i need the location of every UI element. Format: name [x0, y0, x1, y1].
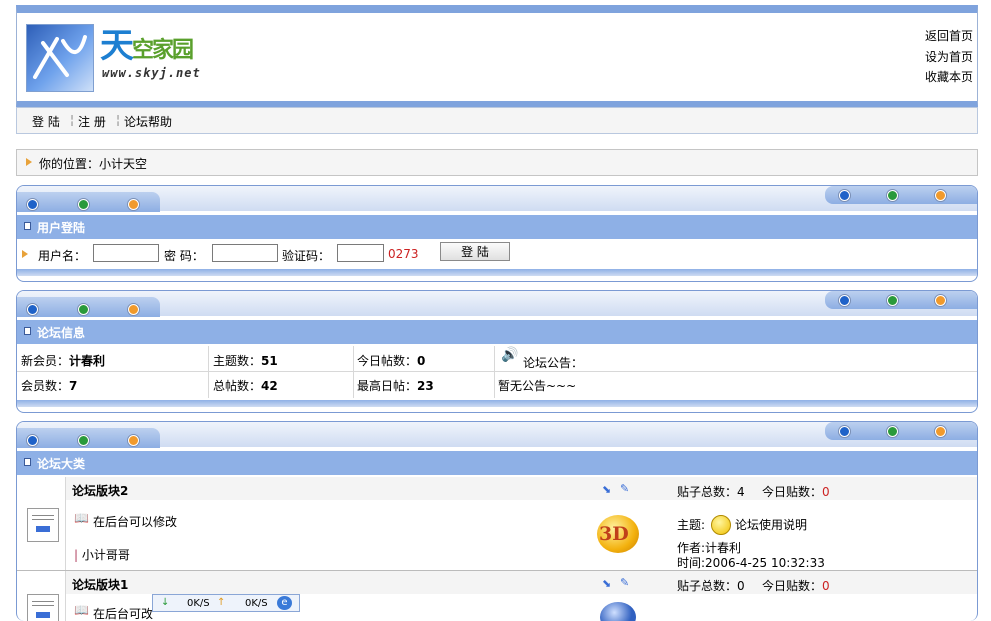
today-value: 0: [822, 579, 830, 593]
post-icon[interactable]: ✎: [620, 576, 629, 589]
captcha-label: 验证码：: [282, 249, 331, 263]
login-title: 用户登陆: [37, 221, 86, 235]
breadcrumb-text: 你的位置：小计天空: [39, 157, 148, 171]
forum-status-icon: [27, 508, 59, 542]
link-set-homepage[interactable]: 设为首页: [925, 48, 973, 65]
new-member-label: 新会员：: [21, 354, 70, 368]
chart-icon[interactable]: ⬊: [602, 483, 611, 496]
posts-value: 4: [737, 485, 745, 499]
today-value: 0: [822, 485, 830, 499]
book-icon: 📖: [74, 511, 89, 525]
doc-icon: [24, 327, 31, 335]
top-nav: 登 陆 ¦ 注 册 ¦ 论坛帮助: [16, 107, 978, 134]
breadcrumb: 你的位置：小计天空: [16, 149, 978, 176]
captcha-code: 0273: [388, 247, 419, 261]
new-member-value[interactable]: 计春利: [69, 354, 105, 368]
forum-category-title-bar[interactable]: 论坛大类: [17, 451, 977, 475]
arrow-icon: [26, 158, 32, 166]
upload-speed: 0K/S: [245, 598, 268, 609]
announce-label: 论坛公告：: [523, 356, 584, 370]
speaker-icon: 🔊: [501, 347, 519, 363]
posts-value: 0: [737, 579, 745, 593]
link-home[interactable]: 返回首页: [925, 27, 973, 44]
forum-name-link[interactable]: 论坛版块2: [72, 482, 128, 499]
browser-icon[interactable]: e: [277, 596, 292, 610]
expand-icon[interactable]: [24, 458, 31, 466]
3d-badge-icon: 3D: [597, 515, 639, 553]
last-topic-link[interactable]: 论坛使用说明: [735, 516, 807, 533]
announce-text: 暂无公告~~~: [498, 379, 577, 393]
posts-label: 贴子总数：: [677, 485, 738, 499]
today-posts-label: 今日帖数：: [357, 354, 418, 368]
nav-help[interactable]: 论坛帮助: [124, 113, 172, 130]
today-label: 今日贴数：: [762, 579, 823, 593]
forum-category-panel: 论坛大类 论坛版块2 📖 在后台可以修改 | 小计哥哥 ⬊ ✎ 3D 贴子总数：…: [16, 421, 978, 621]
forum-category-title: 论坛大类: [37, 457, 86, 471]
total-posts-value: 42: [261, 379, 278, 393]
forum-name-link[interactable]: 论坛版块1: [72, 576, 128, 593]
time-text: 时间:2006-4-25 10:32:33: [677, 556, 825, 570]
captcha-input[interactable]: [337, 244, 384, 262]
topics-label: 主题数：: [213, 354, 262, 368]
logo-url-text: www.skyj.net: [102, 66, 201, 80]
username-label: 用户名：: [38, 249, 87, 263]
members-value: 7: [69, 379, 78, 393]
password-input[interactable]: [212, 244, 278, 262]
book-icon: 📖: [74, 603, 89, 617]
posts-label: 贴子总数：: [677, 579, 738, 593]
forum-desc: 在后台可改: [93, 607, 154, 621]
login-panel: 用户登陆 用户名： 密 码： 验证码： 0273 登 陆: [16, 185, 978, 282]
login-title-bar: 用户登陆: [17, 215, 977, 239]
login-button[interactable]: 登 陆: [440, 242, 510, 261]
arrow-icon: [22, 250, 28, 258]
today-label: 今日贴数：: [762, 485, 823, 499]
total-posts-label: 总帖数：: [213, 379, 262, 393]
doc-icon: [24, 222, 31, 230]
username-input[interactable]: [93, 244, 159, 262]
nav-login[interactable]: 登 陆: [32, 113, 60, 130]
forum-info-title: 论坛信息: [37, 326, 86, 340]
today-posts-value: 0: [417, 354, 426, 368]
speed-meter-widget[interactable]: ↓ 0K/S ↑ 0K/S e: [152, 594, 300, 612]
nav-register[interactable]: 注 册: [78, 113, 106, 130]
nav-separator: ¦: [116, 113, 121, 127]
nav-separator: ¦: [70, 113, 75, 127]
members-label: 会员数：: [21, 379, 70, 393]
forum-desc: 在后台可以修改: [93, 515, 178, 529]
forum-info-panel: 论坛信息 新会员：计春利 主题数：51 今日帖数：0 🔊 论坛公告： 会员数：7…: [16, 290, 978, 413]
forum-info-title-bar: 论坛信息: [17, 320, 977, 344]
chart-icon[interactable]: ⬊: [602, 577, 611, 590]
topics-value: 51: [261, 354, 278, 368]
site-logo-icon[interactable]: [26, 24, 94, 92]
moderator-link[interactable]: 小计哥哥: [82, 548, 130, 562]
password-label: 密 码：: [164, 249, 204, 263]
max-day-value: 23: [417, 379, 434, 393]
topic-label: 主题:: [677, 518, 706, 532]
link-bookmark[interactable]: 收藏本页: [925, 68, 973, 85]
smiley-icon: [711, 515, 731, 535]
post-icon[interactable]: ✎: [620, 482, 629, 495]
download-arrow-icon: ↓: [161, 597, 170, 608]
forum-status-icon: [27, 594, 59, 621]
upload-arrow-icon: ↑: [217, 597, 226, 608]
max-day-label: 最高日帖：: [357, 379, 418, 393]
download-speed: 0K/S: [187, 598, 210, 609]
logo-text: 天空家园: [100, 26, 194, 66]
